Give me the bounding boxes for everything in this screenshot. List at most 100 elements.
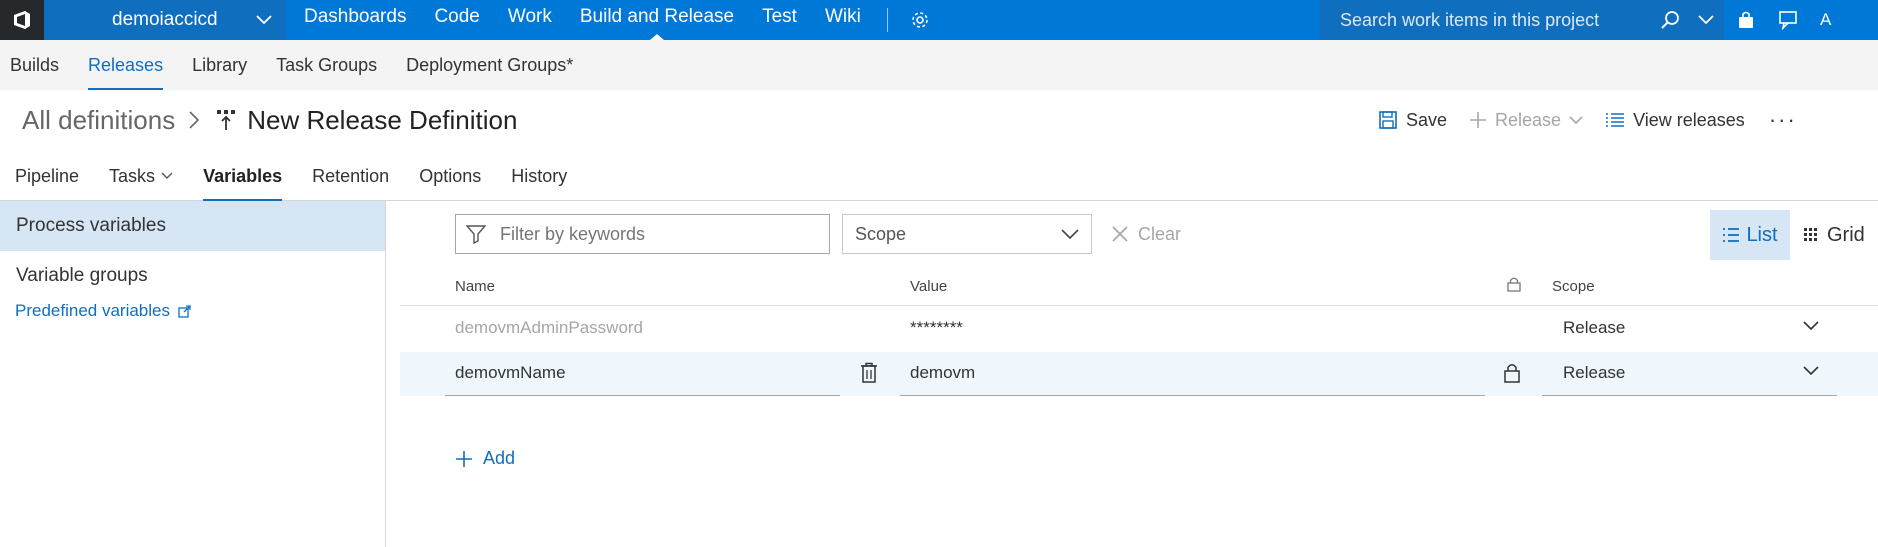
avatar[interactable]: A <box>1820 10 1831 30</box>
tab-options[interactable]: Options <box>419 152 481 200</box>
tab-variables[interactable]: Variables <box>203 152 283 201</box>
nav-work[interactable]: Work <box>494 0 566 40</box>
predefined-variables-link[interactable]: Predefined variables <box>0 301 385 321</box>
tab-tasks[interactable]: Tasks <box>109 152 173 200</box>
list-icon <box>1723 228 1740 242</box>
variable-scope[interactable]: Release <box>1563 318 1625 338</box>
tab-retention[interactable]: Retention <box>312 152 389 200</box>
top-right-actions: A <box>1724 0 1831 40</box>
subnav-task-groups[interactable]: Task Groups <box>276 40 377 90</box>
lock-icon <box>1507 276 1521 296</box>
delete-icon[interactable] <box>860 362 878 389</box>
chevron-right-icon <box>189 111 200 129</box>
chevron-down-icon <box>161 172 173 179</box>
filter-icon <box>466 225 486 244</box>
nav-build-and-release[interactable]: Build and Release <box>566 0 748 40</box>
table-row[interactable]: demovmAdminPassword ******** Release <box>400 307 1878 351</box>
feedback-icon[interactable] <box>1778 10 1798 30</box>
breadcrumb[interactable]: All definitions <box>22 105 175 136</box>
value-field-underline <box>900 395 1485 396</box>
tab-label: Tasks <box>109 166 156 186</box>
tab-pipeline[interactable]: Pipeline <box>15 152 79 200</box>
scope-dropdown[interactable]: Scope <box>842 214 1092 254</box>
grid-icon <box>1804 228 1817 241</box>
scope-field-underline <box>1542 395 1837 396</box>
hub-nav: Dashboards Code Work Build and Release T… <box>290 0 930 40</box>
name-field-underline <box>445 395 840 396</box>
chevron-down-icon[interactable] <box>1803 321 1819 331</box>
variable-scope[interactable]: Release <box>1563 363 1625 383</box>
list-view-button[interactable]: List <box>1710 210 1790 260</box>
plus-icon <box>1470 112 1487 128</box>
variable-name[interactable]: demovmAdminPassword <box>455 318 643 338</box>
save-icon <box>1379 111 1397 129</box>
tab-label: Options <box>419 166 482 186</box>
add-label: Add <box>483 448 516 468</box>
nav-test[interactable]: Test <box>748 0 811 40</box>
more-actions-icon[interactable]: ··· <box>1769 107 1797 133</box>
vsts-logo-icon[interactable] <box>0 0 44 40</box>
page-title[interactable]: New Release Definition <box>247 105 517 136</box>
tab-history[interactable]: History <box>511 152 567 200</box>
clear-label: Clear <box>1138 223 1182 244</box>
plus-icon <box>456 450 472 467</box>
tab-label: Retention <box>312 166 390 186</box>
unlock-icon[interactable] <box>1503 362 1521 389</box>
variable-value[interactable]: demovm <box>910 363 975 383</box>
nav-wiki[interactable]: Wiki <box>811 0 875 40</box>
definition-tabs: Pipeline Tasks Variables Retention Optio… <box>0 152 1878 201</box>
nav-divider <box>886 8 888 32</box>
view-releases-button[interactable]: View releases <box>1605 110 1745 131</box>
title-row: All definitions New Release Definition S… <box>0 92 1878 148</box>
search-icon[interactable] <box>1660 10 1680 30</box>
chevron-down-icon <box>1569 115 1583 124</box>
tab-label: Pipeline <box>15 166 80 186</box>
subnav-releases[interactable]: Releases <box>88 40 164 90</box>
search-placeholder: Search work items in this project <box>1340 9 1600 30</box>
clear-filter-button[interactable]: Clear <box>1112 214 1181 254</box>
list-icon <box>1606 113 1625 127</box>
column-header-value: Value <box>910 278 948 295</box>
table-row[interactable]: demovmName demovm Release <box>400 352 1878 396</box>
filter-input[interactable]: Filter by keywords <box>455 214 830 254</box>
column-header-scope: Scope <box>1552 278 1595 295</box>
release-definition-icon <box>215 108 237 132</box>
chevron-down-icon <box>256 15 272 25</box>
grid-view-button[interactable]: Grid <box>1803 210 1865 260</box>
project-name: demoiaccicd <box>112 9 218 30</box>
tab-label: History <box>511 166 568 186</box>
chevron-down-icon[interactable] <box>1698 15 1714 25</box>
gear-icon[interactable] <box>910 10 930 30</box>
variable-name[interactable]: demovmName <box>455 363 566 383</box>
marketplace-bag-icon[interactable] <box>1736 10 1756 30</box>
release-button[interactable]: Release <box>1469 110 1583 131</box>
add-variable-button[interactable]: Add <box>455 448 515 469</box>
search-input[interactable]: Search work items in this project <box>1320 0 1724 40</box>
process-variables-item[interactable]: Process variables <box>0 201 385 251</box>
close-icon <box>1112 226 1128 242</box>
view-releases-label: View releases <box>1633 109 1745 130</box>
nav-code[interactable]: Code <box>420 0 493 40</box>
project-selector[interactable]: demoiaccicd <box>44 0 286 40</box>
chevron-down-icon[interactable] <box>1803 366 1819 376</box>
subnav-library[interactable]: Library <box>192 40 247 90</box>
search-actions <box>1660 0 1714 40</box>
nav-dashboards[interactable]: Dashboards <box>290 0 420 40</box>
scope-dropdown-label: Scope <box>855 223 907 244</box>
variable-groups-item[interactable]: Variable groups <box>0 251 385 301</box>
grid-view-label: Grid <box>1827 223 1865 246</box>
variable-value[interactable]: ******** <box>910 318 963 338</box>
external-link-icon <box>178 304 191 318</box>
chevron-down-icon <box>1061 229 1079 239</box>
save-button[interactable]: Save <box>1378 110 1447 131</box>
variables-side-pane: Process variables Variable groups Predef… <box>0 201 386 547</box>
subnav-deployment-groups[interactable]: Deployment Groups* <box>406 40 573 90</box>
list-view-label: List <box>1746 223 1778 246</box>
predefined-variables-label: Predefined variables <box>15 301 170 320</box>
filter-placeholder: Filter by keywords <box>500 223 646 244</box>
subnav-builds[interactable]: Builds <box>10 40 59 90</box>
secondary-nav: Builds Releases Library Task Groups Depl… <box>0 40 1878 90</box>
tab-label: Variables <box>203 166 283 186</box>
column-header-name: Name <box>455 278 496 295</box>
save-label: Save <box>1406 109 1448 130</box>
